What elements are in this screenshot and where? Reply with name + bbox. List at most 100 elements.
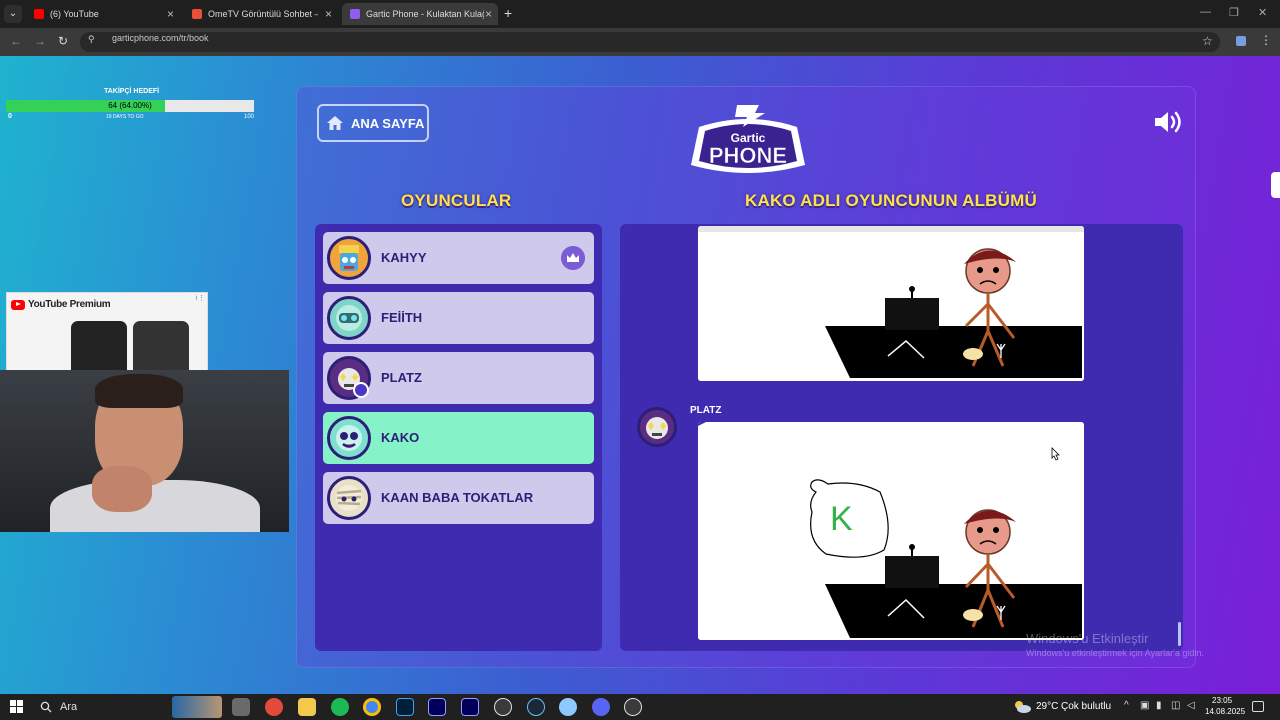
chatgpt-icon[interactable]	[494, 698, 512, 716]
tab-youtube[interactable]: (6) YouTube ×	[26, 3, 180, 25]
home-button-label: ANA SAYFA	[351, 115, 425, 131]
album-author-avatar	[637, 407, 677, 447]
home-button[interactable]: ANA SAYFA	[317, 104, 429, 142]
notification-icon[interactable]	[1252, 701, 1264, 712]
ometv-favicon-icon	[192, 9, 202, 19]
ad-info-icon[interactable]: i	[195, 295, 197, 302]
search-highlight-image	[172, 696, 222, 718]
album-drawing	[698, 226, 1084, 381]
goal-title: TAKİPÇİ HEDEFİ	[104, 88, 160, 95]
url-text[interactable]: garticphone.com/tr/book	[112, 33, 209, 43]
activation-watermark-title: Windows'u Etkinleştir	[1026, 631, 1149, 646]
album-drawing: K	[698, 422, 1084, 640]
youtube-premium-ad[interactable]: YouTube Premium i ⋮	[6, 292, 208, 373]
players-title: OYUNCULAR	[401, 191, 512, 210]
player-name: FEİİTH	[381, 310, 423, 325]
goal-max: 100	[244, 114, 255, 120]
close-tab-icon[interactable]: ×	[325, 7, 332, 21]
ad-phone-image	[71, 321, 127, 373]
taskbar-search[interactable]: Ara	[32, 696, 222, 718]
browser-app-icon[interactable]	[265, 698, 283, 716]
player-item-kahyy[interactable]: KAHYY	[323, 232, 594, 284]
url-input[interactable]	[80, 32, 1220, 52]
gartic-phone-logo: Gartic PHONE	[691, 105, 805, 173]
weather-temperature[interactable]: 29°C	[1036, 701, 1058, 712]
close-tab-icon[interactable]: ×	[485, 7, 492, 21]
premiere-icon[interactable]	[428, 698, 446, 716]
bookmark-star-icon[interactable]: ☆	[1202, 34, 1213, 48]
album-scrollbar[interactable]	[1178, 622, 1181, 646]
site-info-icon[interactable]: ⚲	[88, 34, 95, 45]
activation-watermark-text: Windows'u etkinleştirmek için Ayarlar'a …	[1026, 648, 1204, 658]
new-tab-button[interactable]: +	[504, 5, 512, 21]
extension-icon[interactable]	[1236, 36, 1246, 46]
network-icon[interactable]: ◫	[1171, 700, 1180, 711]
minimize-icon[interactable]: —	[1200, 6, 1211, 18]
player-name: KAAN BABA TOKATLAR	[381, 490, 534, 505]
discord-icon[interactable]	[592, 698, 610, 716]
tab-list-button[interactable]: ⌄	[4, 5, 22, 23]
clock-time[interactable]: 23:05	[1212, 696, 1232, 705]
player-avatar	[327, 236, 371, 280]
player-item-feiith[interactable]: FEİİTH	[323, 292, 594, 344]
webcam-person-hand	[92, 466, 152, 512]
clock-date[interactable]: 14.08.2025	[1205, 707, 1245, 716]
tab-title: (6) YouTube	[50, 9, 99, 19]
weather-description[interactable]: Çok bulutlu	[1061, 701, 1111, 712]
player-avatar	[327, 416, 371, 460]
back-icon[interactable]: ←	[10, 34, 22, 48]
ad-brand: YouTube Premium	[28, 299, 111, 310]
ad-phone-image	[133, 321, 189, 373]
settings-icon[interactable]	[624, 698, 642, 716]
players-list: KAHYY FEİİTH PLATZ KAKO KAAN BABA TOKATL…	[315, 224, 602, 651]
spotify-icon[interactable]	[331, 698, 349, 716]
album-panel[interactable]: PLATZ K	[620, 224, 1183, 651]
current-player-badge-icon	[353, 382, 369, 398]
close-tab-icon[interactable]: ×	[167, 7, 174, 21]
album-author-name: PLATZ	[690, 405, 722, 416]
search-icon	[40, 701, 52, 713]
webcam-person-shirt	[50, 480, 260, 532]
tab-gartic-phone[interactable]: Gartic Phone - Kulaktan Kulağa ×	[342, 3, 498, 25]
file-explorer-icon[interactable]	[298, 698, 316, 716]
player-name: PLATZ	[381, 370, 422, 385]
chrome-icon[interactable]	[363, 698, 381, 716]
tray-app-icon[interactable]: ▣	[1140, 700, 1149, 711]
player-item-platz[interactable]: PLATZ	[323, 352, 594, 404]
steam-icon[interactable]	[527, 698, 545, 716]
speech-bubble-letter: K	[830, 500, 853, 538]
webcam-overlay	[0, 370, 289, 532]
reload-icon[interactable]: ↻	[58, 34, 68, 48]
ad-logo: YouTube Premium	[11, 299, 111, 310]
logo-bottom-text: PHONE	[709, 143, 787, 168]
tab-title: Gartic Phone - Kulaktan Kulağa	[366, 9, 484, 19]
browser-tab-bar: ⌄ (6) YouTube × OmeTV Görüntülü Sohbet —…	[0, 0, 1280, 28]
ad-close-icon[interactable]: ⋮	[198, 294, 205, 302]
browser-menu-icon[interactable]: ⋮	[1260, 33, 1272, 47]
windows-start-icon[interactable]	[10, 700, 23, 713]
close-window-icon[interactable]: ✕	[1258, 6, 1267, 19]
gartic-favicon-icon	[350, 9, 360, 19]
player-name: KAKO	[381, 430, 420, 445]
task-view-icon[interactable]	[232, 698, 250, 716]
player-item-kako[interactable]: KAKO	[323, 412, 594, 464]
windows-taskbar: Ara 29°C Çok bulutlu ^ ▣ ▮ ◫ ◁ 23:05 14.…	[0, 694, 1280, 720]
player-item-kaan-baba-tokatlar[interactable]: KAAN BABA TOKATLAR	[323, 472, 594, 524]
restore-icon[interactable]: ❐	[1229, 6, 1239, 19]
weather-cloud-icon[interactable]	[1013, 700, 1031, 713]
network-app-icon[interactable]	[559, 698, 577, 716]
home-icon	[327, 116, 343, 130]
goal-days-left: 19 DAYS TO GO	[106, 114, 144, 120]
host-crown-icon	[561, 246, 585, 270]
tray-chevron-icon[interactable]: ^	[1124, 700, 1129, 711]
forward-icon[interactable]: →	[34, 34, 46, 48]
photoshop-icon[interactable]	[396, 698, 414, 716]
after-effects-icon[interactable]	[461, 698, 479, 716]
tray-usb-icon[interactable]: ▮	[1156, 700, 1162, 711]
goal-min: 0	[8, 113, 12, 120]
volume-icon[interactable]: ◁	[1187, 700, 1195, 711]
tab-title: OmeTV Görüntülü Sohbet — O	[208, 9, 318, 19]
side-panel-tab[interactable]	[1271, 172, 1280, 198]
tab-ometv[interactable]: OmeTV Görüntülü Sohbet — O ×	[184, 3, 338, 25]
sound-icon[interactable]	[1153, 109, 1185, 135]
